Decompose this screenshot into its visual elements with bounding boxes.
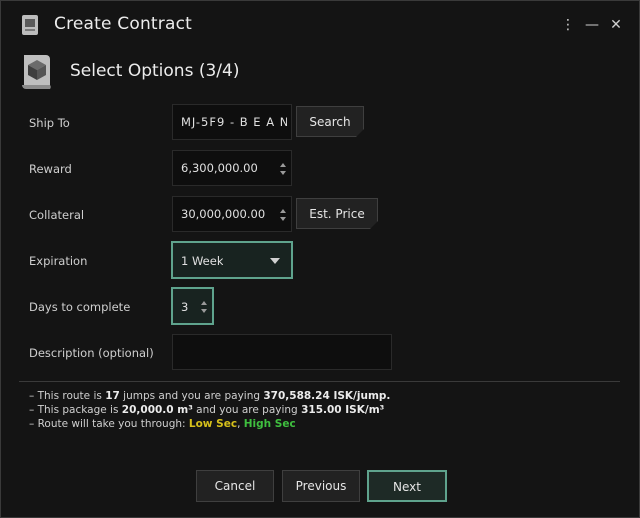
- title-bar[interactable]: Create Contract ⋮ — ✕: [1, 1, 639, 49]
- expiration-label: Expiration: [29, 254, 88, 268]
- create-contract-window: Create Contract ⋮ — ✕ Select Options (3/…: [0, 0, 640, 518]
- days-label: Days to complete: [29, 300, 131, 314]
- description-input[interactable]: [172, 334, 392, 370]
- package-volume-info: – This package is 20,000.0 m³ and you ar…: [29, 404, 385, 416]
- route-security-info: – Route will take you through: Low Sec, …: [29, 418, 296, 430]
- spinner-icon[interactable]: [279, 162, 287, 176]
- est-price-button[interactable]: Est. Price: [296, 198, 378, 229]
- search-button-label: Search: [309, 115, 351, 129]
- ship-to-value: MJ-5F9 - B E A N: [181, 115, 287, 129]
- spinner-icon[interactable]: [279, 208, 287, 222]
- collateral-value: 30,000,000.00: [181, 207, 266, 221]
- minimize-icon[interactable]: —: [584, 17, 600, 33]
- expiration-value: 1 Week: [181, 254, 224, 268]
- window-title: Create Contract: [54, 14, 193, 34]
- reward-value: 6,300,000.00: [181, 161, 258, 175]
- expiration-select[interactable]: 1 Week: [171, 241, 293, 279]
- cube-icon: [22, 55, 51, 89]
- reward-input[interactable]: 6,300,000.00: [172, 150, 292, 186]
- contract-icon: [22, 15, 38, 35]
- menu-icon[interactable]: ⋮: [560, 17, 576, 33]
- next-button[interactable]: Next: [367, 470, 447, 502]
- previous-button[interactable]: Previous: [282, 470, 360, 502]
- next-button-label: Next: [393, 480, 421, 494]
- separator: [19, 381, 620, 382]
- search-button[interactable]: Search: [296, 106, 364, 137]
- close-icon[interactable]: ✕: [608, 17, 624, 33]
- collateral-label: Collateral: [29, 208, 85, 222]
- description-label: Description (optional): [29, 346, 154, 360]
- route-jumps-info: – This route is 17 jumps and you are pay…: [29, 390, 391, 402]
- ship-to-input[interactable]: MJ-5F9 - B E A N: [172, 104, 292, 140]
- est-price-button-label: Est. Price: [309, 207, 365, 221]
- collateral-input[interactable]: 30,000,000.00: [172, 196, 292, 232]
- cancel-button[interactable]: Cancel: [196, 470, 274, 502]
- caret-down-icon: [270, 258, 280, 264]
- low-sec-label: Low Sec: [188, 418, 238, 430]
- spinner-icon[interactable]: [200, 300, 208, 314]
- cancel-button-label: Cancel: [214, 479, 256, 493]
- days-input[interactable]: 3: [171, 287, 214, 325]
- high-sec-label: High Sec: [243, 418, 296, 430]
- reward-label: Reward: [29, 162, 72, 176]
- days-value: 3: [181, 300, 189, 314]
- previous-button-label: Previous: [295, 479, 347, 493]
- ship-to-label: Ship To: [29, 116, 70, 130]
- step-title: Select Options (3/4): [70, 61, 240, 81]
